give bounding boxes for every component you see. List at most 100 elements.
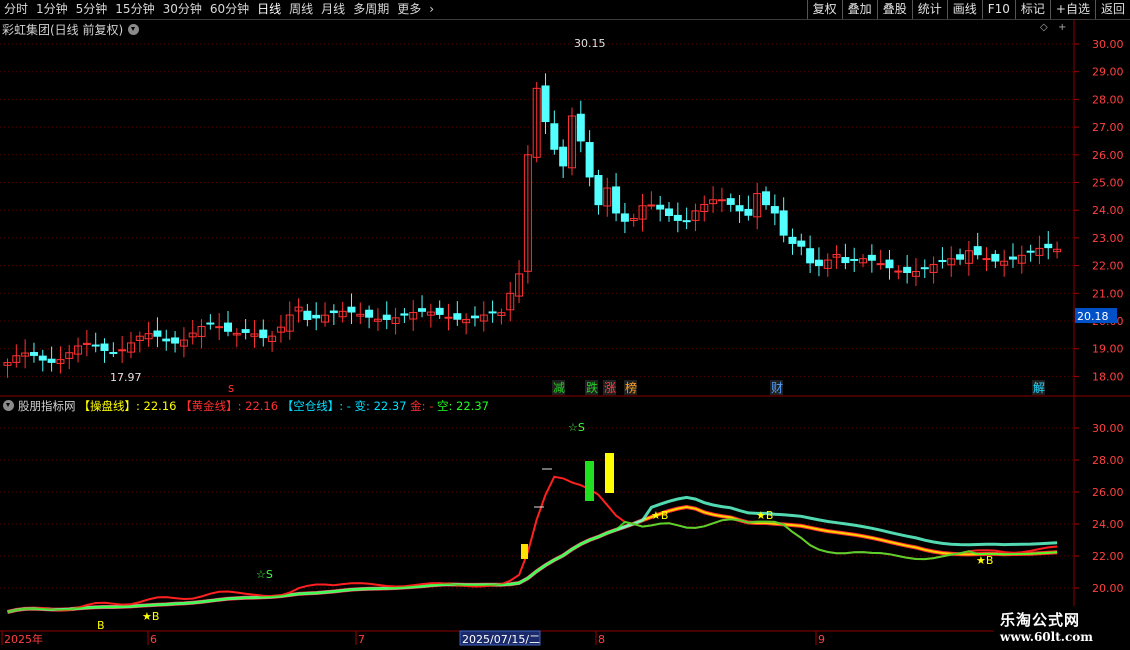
candle-body-76: [673, 214, 682, 221]
signal-label-1: ☆S: [568, 421, 585, 434]
candle-body-11: [100, 343, 109, 351]
empty-line: [7, 495, 1058, 614]
kline-chart[interactable]: 30.00 29.00 28.00 27.00 26.00 25.00 24.00 23.00…: [0, 0, 1130, 650]
price-tick-label-3: 27.00: [1092, 121, 1124, 134]
candle-body-47: [418, 308, 427, 312]
ind-tick-label-5: 20.00: [1092, 582, 1124, 595]
candle-body-95: [841, 257, 850, 264]
candle-body-19: [171, 337, 180, 344]
candle-body-81: [717, 199, 726, 202]
candle-body-106: [938, 259, 947, 262]
signal-label-0: ☆S: [256, 568, 273, 581]
candle-body-62: [550, 123, 559, 150]
candle-body-116: [1026, 250, 1035, 253]
candle-body-108: [956, 254, 965, 260]
candle-body-98: [867, 254, 876, 261]
candle-body-92: [814, 259, 823, 267]
candle-body-27: [241, 329, 250, 333]
candle-body-100: [885, 259, 894, 269]
candle-body-90: [797, 240, 806, 247]
event-marker-2: 跌: [586, 380, 598, 395]
candle-body-25: [224, 322, 232, 332]
candle-body-18: [162, 338, 171, 342]
signal-bar-2: [605, 453, 614, 493]
candle-body-55: [488, 311, 497, 314]
candle-body-12: [109, 351, 118, 354]
high-price-label: 30.15: [574, 37, 606, 50]
ind-tick-label-3: 24.00: [1092, 518, 1124, 531]
candle-body-69: [612, 186, 621, 214]
candle-body-34: [303, 310, 312, 320]
price-tick-label-9: 21.00: [1092, 287, 1124, 300]
low-price-label: 17.97: [110, 371, 142, 384]
event-marker-5: 财: [771, 381, 783, 395]
event-marker-0: s: [228, 381, 234, 395]
candle-body-99: [876, 263, 885, 266]
candle-body-50: [444, 316, 453, 319]
candle-body-35: [312, 314, 321, 319]
candle-body-86: [762, 191, 771, 206]
candle-body-5: [47, 358, 56, 363]
candle-body-53: [470, 315, 479, 319]
watermark-url: www.60lt.com: [1000, 630, 1093, 644]
ind-tick-label-2: 26.00: [1092, 486, 1124, 499]
candle-body-3: [29, 352, 38, 356]
candle-body-82: [726, 198, 735, 205]
price-tick-label-6: 24.00: [1092, 204, 1124, 217]
candle-body-102: [903, 266, 912, 274]
candle-body-83: [735, 205, 744, 212]
signal-label-4: ★B: [756, 509, 773, 522]
price-tick-label-5: 25.00: [1092, 177, 1124, 190]
candle-body-104: [920, 267, 929, 270]
ind-tick-label-1: 28.00: [1092, 454, 1124, 467]
candle-body-23: [206, 322, 215, 325]
candle-body-112: [991, 253, 1000, 262]
candle-body-66: [585, 142, 594, 178]
price-tick-label-1: 29.00: [1092, 66, 1124, 79]
candle-body-118: [1044, 243, 1053, 249]
signal-label-3: ★B: [651, 509, 668, 522]
candle-body-29: [259, 329, 268, 339]
signal-label-5: ★B: [976, 554, 993, 567]
price-tick-label-11: 19.00: [1092, 343, 1124, 356]
candle-body-89: [788, 236, 797, 244]
candle-body-41: [365, 309, 374, 318]
candle-body-49: [435, 307, 444, 315]
candle-body-91: [806, 248, 815, 264]
candle-body-77: [682, 220, 691, 223]
candle-body-13: [118, 349, 127, 352]
candle-body-43: [382, 314, 391, 320]
candle-body-96: [850, 258, 859, 261]
price-tick-label-7: 23.00: [1092, 232, 1124, 245]
signal-bar-1: [585, 461, 594, 501]
current-price-label: 20.18: [1077, 310, 1109, 323]
price-tick-label-0: 30.00: [1092, 38, 1124, 51]
ind-tick-label-4: 22.00: [1092, 550, 1124, 563]
price-tick-label-12: 18.00: [1092, 370, 1124, 383]
date-label-2: 7: [358, 633, 365, 646]
cursor-date-label: 2025/07/15/二: [462, 633, 540, 646]
candle-body-63: [559, 146, 568, 167]
candle-body-73: [647, 204, 656, 207]
signal-label-2: ★B: [142, 610, 159, 623]
event-marker-3: 涨: [604, 380, 616, 395]
candle-body-61: [541, 85, 550, 123]
candle-body-65: [576, 113, 585, 142]
candle-body-51: [453, 313, 462, 320]
candle-body-4: [38, 355, 47, 361]
date-label-3: 8: [598, 633, 605, 646]
candle-body-10: [91, 344, 100, 347]
date-label-1: 6: [150, 633, 157, 646]
candle-body-37: [329, 310, 338, 314]
candle-body-39: [347, 306, 356, 313]
price-tick-label-8: 22.00: [1092, 260, 1124, 273]
candle-body-70: [620, 213, 629, 222]
price-tick-label-4: 26.00: [1092, 149, 1124, 162]
candle-body-114: [1008, 256, 1017, 260]
signal-label-6: B: [97, 619, 105, 632]
candle-body-74: [656, 204, 665, 210]
candle-body-88: [779, 210, 788, 236]
candle-body-84: [744, 208, 753, 216]
ind-tick-label-0: 30.00: [1092, 422, 1124, 435]
date-label-0: 2025年: [4, 632, 43, 646]
